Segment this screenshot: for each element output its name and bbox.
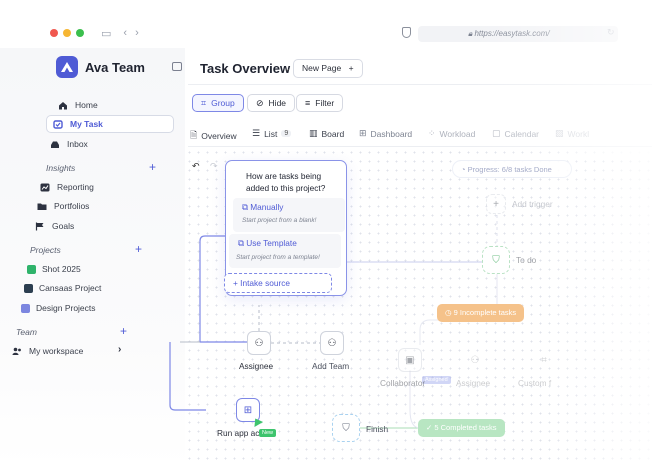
custom-field-icon: ⌗ <box>541 354 547 366</box>
custom-field-node[interactable]: ⌗ <box>532 348 556 372</box>
team-icon: ⚇ <box>327 337 337 349</box>
connector-run-app <box>169 342 206 411</box>
add-trigger-label: Add trigger <box>512 199 553 209</box>
run-app-tag: New <box>259 429 277 437</box>
option-manually-subtitle: Start project from a blank! <box>242 217 317 224</box>
popover-question: How are tasks being added to this projec… <box>246 171 326 193</box>
app-screenshot: ▭ ‹ › 🔒︎ https://easytask.com/ ↻ Ava Tea… <box>0 0 652 460</box>
finish-label: Finish <box>366 424 389 434</box>
assignee-label-2: Assignee <box>456 378 491 388</box>
incomplete-tasks-pill[interactable]: ◷ 9 Incomplete tasks <box>437 304 525 322</box>
option-title-text: Manually <box>250 202 284 212</box>
external-link-icon: ⧉ <box>238 238 247 248</box>
progress-text: Progress: 6/8 tasks Done <box>467 165 552 174</box>
option-manually-title: ⧉ Manually <box>242 202 283 213</box>
collaborator-node[interactable]: ▣ <box>398 348 422 372</box>
apps-grid-icon: ⊞ <box>243 404 253 416</box>
intake-label: Intake source <box>240 278 290 288</box>
plus-icon: + <box>493 198 499 210</box>
shield-check-icon: ⛉ <box>342 422 350 434</box>
progress-spinner-icon: ◔ <box>461 165 468 174</box>
assignee-node-2[interactable]: ⚇ <box>463 348 487 372</box>
collaborator-label: Collaborator <box>380 378 426 388</box>
intake-source-button[interactable]: + Intake source <box>224 273 332 293</box>
finish-node[interactable]: ⛉ <box>332 414 360 442</box>
add-team-label: Add Team <box>312 361 350 371</box>
collaborator-tag: Assigned <box>422 376 451 384</box>
progress-indicator: ◔ Progress: 6/8 tasks Done <box>452 160 572 178</box>
add-trigger-node[interactable]: + <box>486 194 506 214</box>
to-do-label: To do <box>516 255 537 265</box>
completed-tasks-pill[interactable]: ✓ 5 Completed tasks <box>418 419 505 437</box>
pill-text: 5 Completed tasks <box>434 423 497 432</box>
add-team-node[interactable]: ⚇ <box>320 331 344 355</box>
clock-icon: ◷ <box>445 308 454 317</box>
shield-check-icon: ⛉ <box>492 254 500 266</box>
option-template-title: ⧉ Use Template <box>238 238 297 249</box>
collaborator-icon: ▣ <box>405 354 415 366</box>
option-title-text: Use Template <box>246 238 297 248</box>
add-user-icon: ⚇ <box>254 337 264 349</box>
run-app-label: Run app ac <box>217 428 260 438</box>
to-do-node[interactable]: ⛉ <box>482 246 510 274</box>
assignee-label: Assignee <box>239 361 274 371</box>
external-link-icon: ⧉ <box>242 202 251 212</box>
custom-field-label: Custom f <box>518 378 552 388</box>
connector-branch <box>419 319 485 345</box>
option-template-subtitle: Start project from a template! <box>236 254 320 261</box>
add-user-icon: ⚇ <box>470 354 480 366</box>
assignee-node[interactable]: ⚇ <box>247 331 271 355</box>
pill-text: 9 Incomplete tasks <box>453 308 517 317</box>
